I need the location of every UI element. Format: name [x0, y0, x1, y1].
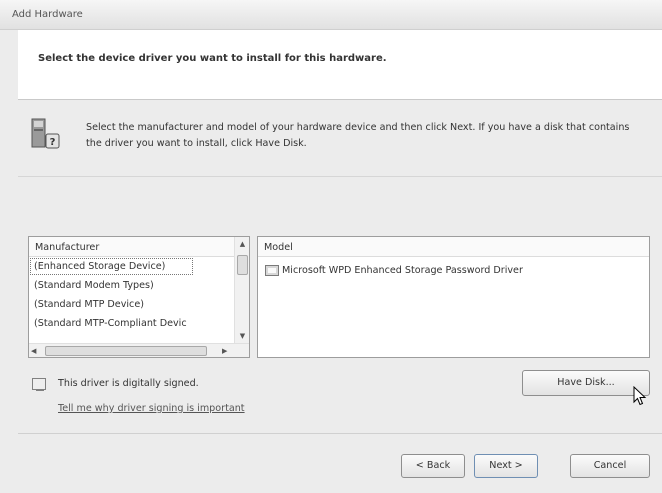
horizontal-scrollbar[interactable]: ◀ ▶ [29, 343, 249, 357]
vertical-scroll-thumb[interactable] [237, 255, 248, 275]
manufacturer-listbox[interactable]: Manufacturer (Enhanced Storage Device) (… [28, 236, 250, 358]
title-bar: Add Hardware [0, 0, 662, 30]
next-button[interactable]: Next > [474, 454, 538, 478]
manufacturer-list: (Enhanced Storage Device) (Standard Mode… [29, 257, 235, 333]
scroll-down-arrow-icon[interactable]: ▼ [235, 329, 249, 343]
driver-signing-link[interactable]: Tell me why driver signing is important [58, 403, 245, 414]
add-hardware-window: Add Hardware Select the device driver yo… [0, 0, 662, 493]
list-item[interactable]: (Enhanced Storage Device) [29, 257, 194, 276]
scroll-right-arrow-icon[interactable]: ▶ [222, 344, 234, 357]
list-item[interactable]: (Standard MTP Device) [29, 295, 235, 314]
wizard-header: Select the device driver you want to ins… [18, 30, 662, 100]
model-column-header[interactable]: Model [258, 237, 649, 257]
scroll-left-arrow-icon[interactable]: ◀ [31, 344, 43, 357]
cancel-button[interactable]: Cancel [570, 454, 650, 478]
scroll-up-arrow-icon[interactable]: ▲ [235, 237, 249, 251]
device-icon [265, 264, 279, 276]
footer-separator [18, 433, 662, 434]
hardware-device-icon: ? [31, 118, 60, 149]
list-item[interactable]: Microsoft WPD Enhanced Storage Password … [258, 261, 649, 279]
instruction-text: Select the manufacturer and model of you… [86, 122, 630, 149]
model-item-label: Microsoft WPD Enhanced Storage Password … [282, 264, 523, 276]
svg-text:?: ? [50, 137, 56, 148]
list-item[interactable]: (Standard MTP-Compliant Devic [29, 314, 235, 333]
horizontal-scroll-thumb[interactable] [45, 346, 207, 356]
page-heading: Select the device driver you want to ins… [38, 53, 387, 64]
manufacturer-column-header[interactable]: Manufacturer [29, 237, 235, 257]
have-disk-button[interactable]: Have Disk... [522, 370, 650, 396]
model-list: Microsoft WPD Enhanced Storage Password … [258, 261, 649, 279]
model-listbox[interactable]: Model Microsoft WPD Enhanced Storage Pas… [257, 236, 650, 358]
mouse-cursor-icon [633, 386, 647, 406]
separator [18, 176, 662, 177]
signed-driver-icon [32, 378, 46, 391]
back-button[interactable]: < Back [401, 454, 465, 478]
window-title: Add Hardware [12, 9, 83, 20]
list-item[interactable]: (Standard Modem Types) [29, 276, 235, 295]
driver-signed-status: This driver is digitally signed. [58, 378, 199, 389]
vertical-scrollbar[interactable]: ▲ ▼ [234, 237, 249, 343]
